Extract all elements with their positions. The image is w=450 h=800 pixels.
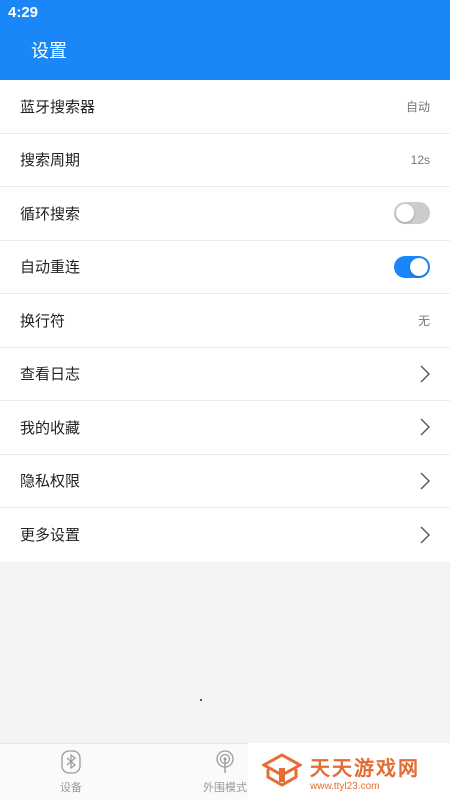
setting-label: 自动重连	[20, 258, 81, 277]
setting-bluetooth-searcher[interactable]: 蓝牙搜索器 自动	[0, 80, 450, 134]
setting-loop-search: 循环搜索	[0, 187, 450, 241]
watermark-logo	[260, 752, 304, 791]
watermark-url: www.ttyl23.com	[310, 780, 380, 792]
setting-auto-reconnect: 自动重连	[0, 241, 450, 294]
setting-label: 蓝牙搜索器	[20, 97, 96, 116]
setting-value: 12s	[410, 152, 430, 167]
setting-label: 搜索周期	[20, 151, 81, 170]
setting-label: 换行符	[20, 311, 66, 330]
watermark-title: 天天游戏网	[310, 755, 420, 780]
setting-view-logs[interactable]: 查看日志	[0, 348, 450, 401]
setting-label: 循环搜索	[20, 204, 81, 223]
page-title: 设置	[31, 41, 67, 62]
setting-label: 我的收藏	[20, 418, 81, 437]
bluetooth-icon	[60, 750, 82, 777]
setting-search-period[interactable]: 搜索周期 12s	[0, 134, 450, 187]
app-bar: 4:29 设置	[0, 0, 450, 80]
nav-peripheral-mode[interactable]: 外围模式	[203, 750, 247, 795]
auto-reconnect-toggle[interactable]	[394, 255, 430, 278]
setting-line-break[interactable]: 换行符 无	[0, 294, 450, 348]
setting-label: 更多设置	[20, 526, 81, 545]
nav-label: 设备	[60, 781, 82, 794]
chevron-right-icon	[420, 365, 430, 383]
setting-value: 自动	[405, 99, 430, 114]
nav-devices[interactable]: 设备	[60, 750, 82, 795]
toggle-knob	[396, 204, 414, 223]
loop-search-toggle[interactable]	[394, 202, 430, 225]
toggle-knob	[410, 257, 428, 276]
chevron-right-icon	[420, 472, 430, 490]
setting-label: 隐私权限	[20, 472, 81, 491]
chevron-right-icon	[420, 418, 430, 436]
chevron-right-icon	[420, 526, 430, 544]
broadcast-icon	[214, 750, 236, 777]
nav-label: 外围模式	[203, 781, 247, 794]
watermark: 天天游戏网 www.ttyl23.com	[248, 743, 450, 800]
setting-my-favorites[interactable]: 我的收藏	[0, 401, 450, 455]
setting-value: 无	[417, 313, 430, 328]
settings-list: 蓝牙搜索器 自动 搜索周期 12s 循环搜索 自动重连 换行符 无 查看日志 我…	[0, 80, 450, 562]
status-time: 4:29	[8, 4, 39, 21]
setting-more-settings[interactable]: 更多设置	[0, 508, 450, 562]
setting-privacy[interactable]: 隐私权限	[0, 455, 450, 508]
setting-label: 查看日志	[20, 365, 81, 384]
stray-dot	[200, 699, 202, 701]
